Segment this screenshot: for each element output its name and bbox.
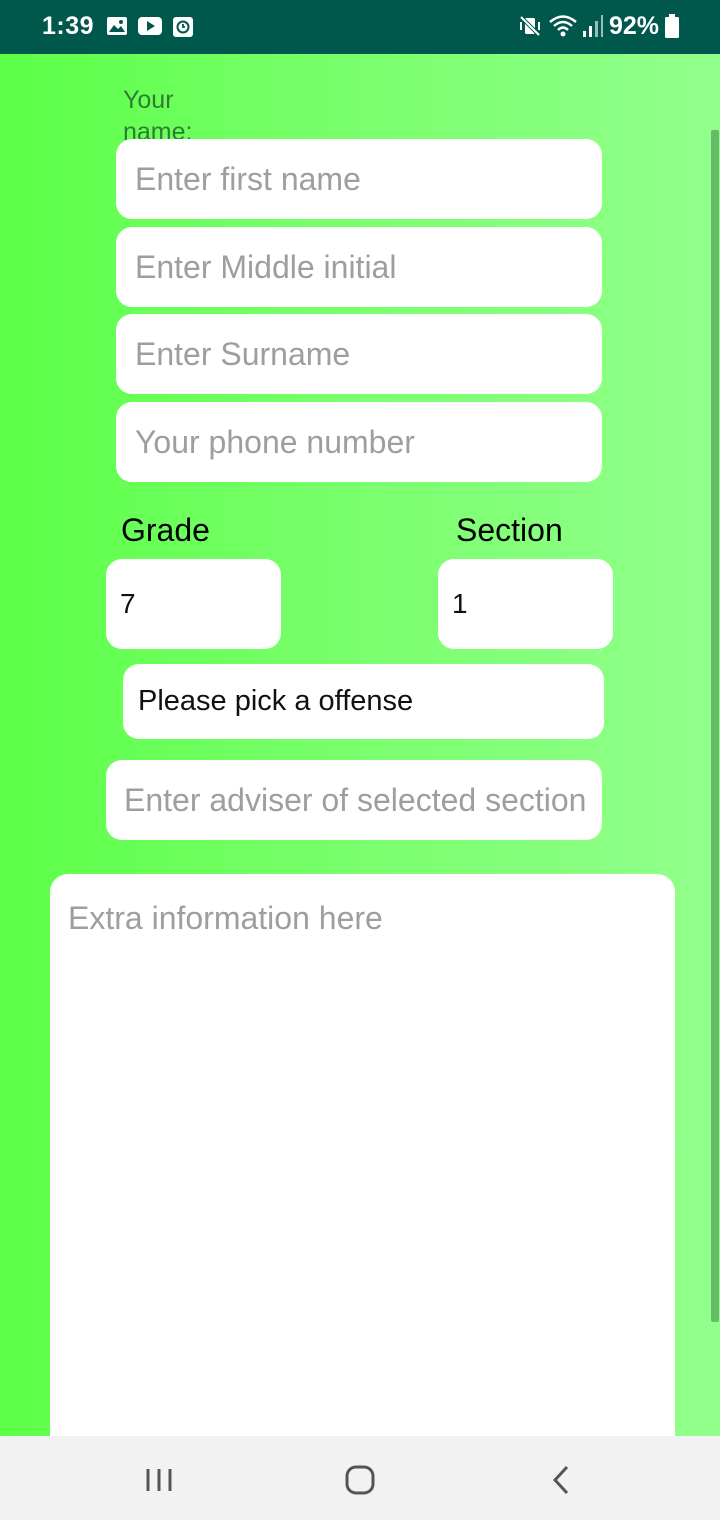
adviser-input[interactable]: Enter adviser of selected section [106,760,602,840]
section-label: Section [456,512,563,548]
section-input[interactable]: 1 [438,559,613,649]
extra-information-placeholder: Extra information here [68,900,383,936]
surname-input[interactable]: Enter Surname [116,314,602,394]
extra-information-textarea[interactable]: Extra information here [50,874,675,1436]
phone-number-input[interactable]: Your phone number [116,402,602,482]
wifi-icon [549,15,577,37]
recent-apps-icon[interactable] [139,1460,179,1500]
middle-initial-input[interactable]: Enter Middle initial [116,227,602,307]
navigation-bar [0,1436,720,1520]
home-icon[interactable] [340,1460,380,1500]
first-name-input[interactable]: Enter first name [116,139,602,219]
scrollbar[interactable] [711,130,719,1322]
battery-icon [665,14,679,38]
grade-label: Grade [121,512,210,548]
image-icon [107,17,127,35]
signal-icon [583,15,603,37]
status-bar: 1:39 92% [0,0,720,54]
clock-icon [173,17,193,37]
mute-vibrate-icon [519,15,541,37]
back-icon[interactable] [542,1460,582,1500]
form-screen: Your name: Enter first name Enter Middle… [0,54,720,1436]
youtube-icon [138,17,162,35]
grade-input[interactable]: 7 [106,559,281,649]
offense-dropdown[interactable]: Please pick a offense [123,664,604,739]
status-time: 1:39 [42,12,95,40]
battery-percentage: 92% [609,12,660,40]
